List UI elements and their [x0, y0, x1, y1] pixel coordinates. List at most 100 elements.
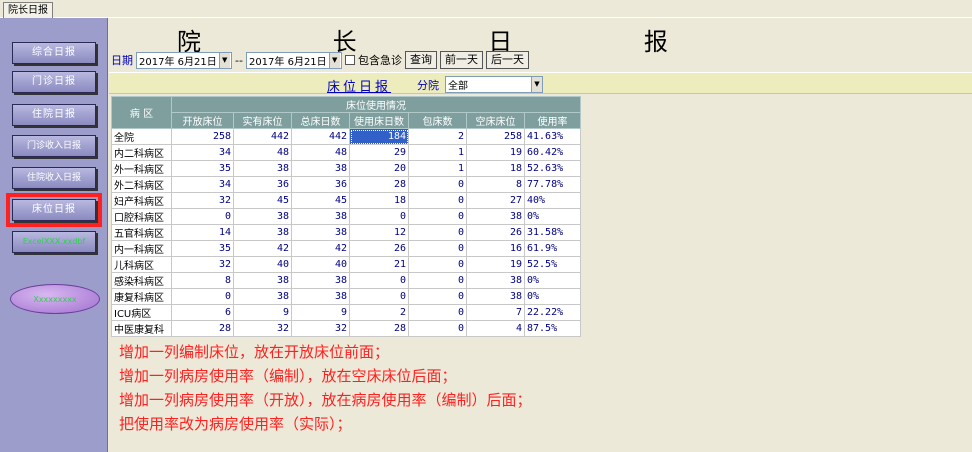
table-cell[interactable]: 19 [466, 256, 525, 273]
query-button[interactable]: 查询 [404, 51, 437, 69]
table-row[interactable]: 儿科病区 32 40 40 21 0 19 52.5% [111, 256, 581, 273]
table-cell[interactable]: 40 [233, 256, 292, 273]
ward-name-cell[interactable]: 内二科病区 [111, 144, 172, 161]
table-cell[interactable]: 48 [291, 144, 350, 161]
include-emergency-checkbox[interactable] [344, 55, 355, 65]
table-cell[interactable]: 0 [408, 320, 467, 337]
table-cell[interactable]: 52.5% [524, 256, 581, 273]
table-row[interactable]: 内二科病区 34 48 48 29 1 19 60.42% [111, 144, 581, 161]
end-date-picker[interactable]: 2017年 6月21日 ▼ [245, 51, 342, 69]
table-cell[interactable]: 0 [408, 176, 467, 193]
ward-name-cell[interactable]: 中医康复科 [111, 320, 172, 337]
ward-name-cell[interactable]: 全院 [111, 128, 172, 145]
table-cell[interactable]: 18 [349, 192, 409, 209]
table-cell[interactable]: 34 [171, 144, 234, 161]
table-cell[interactable]: 14 [171, 224, 234, 241]
table-cell[interactable]: 38 [291, 272, 350, 289]
column-header[interactable]: 开放床位 [171, 112, 234, 129]
table-cell[interactable]: 22.22% [524, 304, 581, 321]
nav-bed-report-button[interactable]: 床位日报 [6, 193, 102, 227]
table-cell[interactable]: 38 [233, 224, 292, 241]
table-cell[interactable]: 0 [349, 208, 409, 225]
table-cell[interactable]: 48 [233, 144, 292, 161]
table-cell[interactable]: 0 [408, 304, 467, 321]
nav-inpatient-report-button[interactable]: 住院日报 [12, 104, 96, 126]
table-cell[interactable]: 40 [291, 256, 350, 273]
table-cell[interactable]: 42 [233, 240, 292, 257]
table-cell[interactable]: 0% [524, 208, 581, 225]
table-cell[interactable]: 28 [171, 320, 234, 337]
table-cell[interactable]: 442 [291, 128, 350, 145]
table-cell[interactable]: 27 [466, 192, 525, 209]
table-cell[interactable]: 0 [408, 208, 467, 225]
chevron-down-icon[interactable]: ▼ [218, 52, 230, 68]
table-cell[interactable]: 87.5% [524, 320, 581, 337]
table-cell[interactable]: 0 [408, 256, 467, 273]
table-cell[interactable]: 41.63% [524, 128, 581, 145]
ward-name-cell[interactable]: 感染科病区 [111, 272, 172, 289]
table-cell[interactable]: 32 [171, 256, 234, 273]
table-cell[interactable]: 32 [233, 320, 292, 337]
table-cell[interactable]: 60.42% [524, 144, 581, 161]
table-cell[interactable]: 26 [466, 224, 525, 241]
table-row[interactable]: 外一科病区 35 38 38 20 1 18 52.63% [111, 160, 581, 177]
table-row[interactable]: ICU病区 6 9 9 2 0 7 22.22% [111, 304, 581, 321]
table-cell[interactable]: 38 [466, 288, 525, 305]
nav-outpatient-income-button[interactable]: 门诊收入日报 [12, 135, 96, 157]
table-cell[interactable]: 38 [233, 208, 292, 225]
nav-oval-button[interactable]: Xxxxxxxxx [10, 284, 100, 314]
table-cell[interactable]: 20 [349, 160, 409, 177]
table-cell[interactable]: 258 [171, 128, 234, 145]
chevron-down-icon[interactable]: ▼ [328, 52, 340, 68]
table-cell[interactable]: 35 [171, 240, 234, 257]
ward-name-cell[interactable]: 五官科病区 [111, 224, 172, 241]
table-row[interactable]: 康复科病区 0 38 38 0 0 38 0% [111, 288, 581, 305]
table-cell[interactable]: 36 [291, 176, 350, 193]
table-cell[interactable]: 38 [466, 208, 525, 225]
table-row[interactable]: 内一科病区 35 42 42 26 0 16 61.9% [111, 240, 581, 257]
table-cell[interactable]: 38 [233, 272, 292, 289]
table-cell[interactable]: 184 [349, 128, 409, 145]
table-cell[interactable]: 26 [349, 240, 409, 257]
table-cell[interactable]: 9 [291, 304, 350, 321]
table-cell[interactable]: 38 [466, 272, 525, 289]
next-day-button[interactable]: 后一天 [485, 51, 529, 69]
table-cell[interactable]: 38 [291, 208, 350, 225]
table-cell[interactable]: 32 [171, 192, 234, 209]
table-cell[interactable]: 0 [408, 192, 467, 209]
nav-inpatient-income-button[interactable]: 住院收入日报 [12, 167, 96, 189]
table-row[interactable]: 中医康复科 28 32 32 28 0 4 87.5% [111, 320, 581, 337]
start-date-picker[interactable]: 2017年 6月21日 ▼ [136, 51, 232, 69]
table-cell[interactable]: 0 [349, 272, 409, 289]
column-header[interactable]: 总床日数 [291, 112, 350, 129]
table-cell[interactable]: 7 [466, 304, 525, 321]
table-cell[interactable]: 1 [408, 160, 467, 177]
table-cell[interactable]: 0 [408, 272, 467, 289]
table-cell[interactable]: 45 [291, 192, 350, 209]
table-row[interactable]: 口腔科病区 0 38 38 0 0 38 0% [111, 208, 581, 225]
table-cell[interactable]: 29 [349, 144, 409, 161]
table-cell[interactable]: 52.63% [524, 160, 581, 177]
table-cell[interactable]: 0 [408, 224, 467, 241]
column-header[interactable]: 使用床日数 [349, 112, 409, 129]
table-cell[interactable]: 31.58% [524, 224, 581, 241]
table-row[interactable]: 感染科病区 8 38 38 0 0 38 0% [111, 272, 581, 289]
table-cell[interactable]: 8 [171, 272, 234, 289]
nav-general-report-button[interactable]: 综合日报 [12, 42, 96, 64]
table-row[interactable]: 外二科病区 34 36 36 28 0 8 77.78% [111, 176, 581, 193]
nav-export-button[interactable]: ExcelXXX.xxdbf [12, 231, 96, 253]
table-cell[interactable]: 4 [466, 320, 525, 337]
table-cell[interactable]: 28 [349, 320, 409, 337]
table-cell[interactable]: 32 [291, 320, 350, 337]
table-cell[interactable]: 38 [233, 160, 292, 177]
column-header[interactable]: 实有床位 [233, 112, 292, 129]
table-cell[interactable]: 2 [349, 304, 409, 321]
table-cell[interactable]: 38 [291, 288, 350, 305]
table-cell[interactable]: 42 [291, 240, 350, 257]
column-header[interactable]: 包床数 [408, 112, 467, 129]
table-cell[interactable]: 77.78% [524, 176, 581, 193]
table-cell[interactable]: 9 [233, 304, 292, 321]
table-cell[interactable]: 38 [291, 160, 350, 177]
table-cell[interactable]: 36 [233, 176, 292, 193]
table-row[interactable]: 全院 258 442 442 184 2 258 41.63% [111, 128, 581, 145]
